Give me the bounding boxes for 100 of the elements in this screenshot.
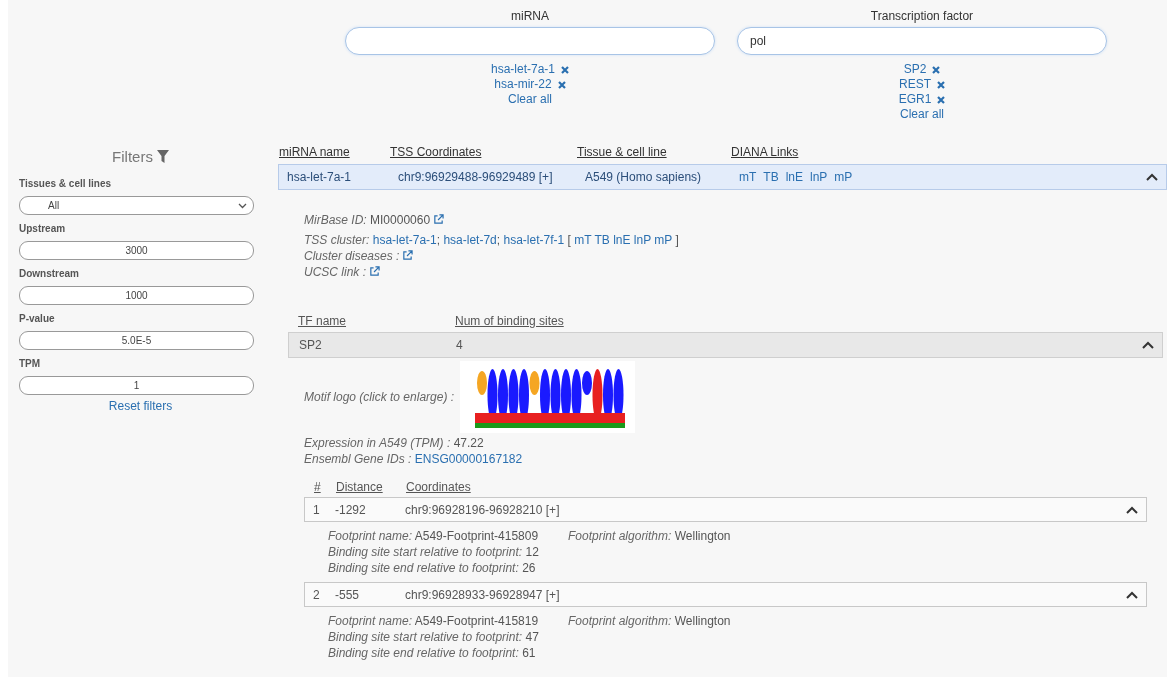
field-value: Wellington — [674, 614, 731, 628]
caret-icon[interactable] — [238, 203, 247, 209]
reset-filters-link[interactable]: Reset filters — [108, 399, 173, 413]
table-cell-text: A549 (Homo sapiens) — [585, 170, 703, 184]
selected-chip[interactable]: EGR1 — [898, 92, 946, 107]
tf-row[interactable]: SP2 4 — [288, 332, 1163, 358]
diana-link[interactable]: lnE — [613, 233, 631, 247]
cluster-link[interactable]: hsa-let-7a-1 — [372, 233, 437, 247]
diana-link[interactable]: TB — [594, 233, 610, 247]
field-label: Cluster diseases : — [304, 249, 400, 263]
remove-icon[interactable] — [937, 95, 946, 104]
diana-link[interactable]: mP — [834, 170, 853, 184]
field-label: Binding site end relative to footprint: — [328, 646, 519, 660]
search-label: miRNA — [511, 9, 549, 25]
column-header[interactable]: TF name — [298, 314, 346, 328]
filter-label: P-value — [19, 313, 56, 326]
ensembl-link[interactable]: ENSG00000167182 — [414, 452, 523, 466]
filter-icon — [156, 149, 169, 163]
table-cell-text: -555 — [335, 586, 361, 603]
field-value: 61 — [522, 646, 536, 660]
remove-icon[interactable] — [932, 65, 941, 74]
field-value: 47.22 — [453, 436, 484, 450]
column-header[interactable]: Coordinates — [406, 480, 471, 494]
field-value: MI0000060 — [370, 213, 431, 227]
input-field[interactable]: 1 — [19, 376, 254, 395]
field-label: Footprint name: — [328, 614, 413, 628]
external-link-icon[interactable] — [433, 214, 445, 225]
chevron-icon[interactable] — [1146, 173, 1158, 181]
mirna-row[interactable]: hsa-let-7a-1 chr9:96929488-96929489 [+] A549 (Homo sapiens) mT TB lnE lnP mP — [278, 164, 1167, 190]
search-label: Transcription factor — [870, 9, 974, 25]
field-label: Ensembl Gene IDs : — [304, 452, 412, 466]
field-value: A549-Footprint-415809 — [414, 529, 539, 543]
selected-chip[interactable]: hsa-mir-22 — [494, 77, 566, 92]
cluster-link[interactable]: hsa-let-7f-1 — [503, 233, 565, 247]
column-header[interactable]: Tissue & cell line — [577, 145, 667, 159]
clear-all-link[interactable]: Clear all — [900, 107, 944, 122]
selected-chip[interactable]: REST — [899, 77, 945, 92]
field-value: Wellington — [674, 529, 731, 543]
input-field[interactable]: 1000 — [19, 286, 254, 305]
field-label: MirBase ID: — [304, 213, 367, 227]
field-value: A549-Footprint-415819 — [414, 614, 539, 628]
table-cell-text: chr9:96928196-96928210 [+] — [405, 501, 561, 518]
table-cell-text: chr9:96929488-96929489 [+] — [398, 170, 554, 184]
diana-link[interactable]: mP — [654, 233, 673, 247]
clear-all-link[interactable]: Clear all — [508, 92, 552, 107]
chevron-icon[interactable] — [1126, 590, 1138, 599]
remove-icon[interactable] — [937, 80, 945, 89]
chevron-icon[interactable] — [1126, 505, 1138, 514]
field-label: Binding site end relative to footprint: — [328, 561, 519, 575]
remove-icon[interactable] — [557, 80, 566, 89]
table-cell-text: SP2 — [299, 337, 323, 353]
field-label: TSS cluster: — [304, 233, 370, 247]
cluster-link[interactable]: hsa-let-7d — [443, 233, 497, 247]
field-label: Binding site start relative to footprint: — [328, 545, 523, 559]
field-value: 12 — [525, 545, 539, 559]
external-link-icon[interactable] — [369, 266, 380, 277]
input-field[interactable]: 5.0E-5 — [19, 331, 254, 350]
diana-link[interactable]: lnP — [810, 170, 828, 184]
column-header[interactable]: Num of binding sites — [455, 314, 564, 328]
search-field[interactable] — [345, 27, 715, 55]
table-cell-text: 4 — [456, 337, 464, 353]
diana-link[interactable]: lnP — [633, 233, 651, 247]
input-field[interactable]: 3000 — [19, 241, 254, 260]
site-row[interactable]: 1 -1292 chr9:96928196-96928210 [+] — [304, 497, 1147, 522]
selected-chip[interactable]: SP2 — [903, 62, 941, 77]
external-link-icon[interactable] — [402, 250, 414, 261]
bracket-text: [ — [567, 233, 571, 247]
select-field[interactable]: All — [19, 196, 254, 215]
column-header[interactable]: Distance — [336, 480, 383, 494]
diana-link[interactable]: lnE — [785, 170, 803, 184]
filter-label: Upstream — [19, 223, 67, 236]
search-field[interactable]: pol — [737, 27, 1107, 55]
diana-link[interactable]: mT — [739, 170, 757, 184]
bracket-text: ] — [675, 233, 679, 247]
field-label: Footprint name: — [328, 529, 413, 543]
table-cell-text: chr9:96928933-96928947 [+] — [405, 586, 561, 603]
column-header[interactable]: # — [314, 480, 321, 494]
filter-label: TPM — [19, 358, 42, 371]
table-cell-text: 1 — [313, 501, 321, 518]
diana-link[interactable]: mT — [574, 233, 592, 247]
diana-link[interactable]: TB — [763, 170, 779, 184]
chevron-icon[interactable] — [1142, 341, 1154, 349]
table-cell-text: hsa-let-7a-1 — [287, 170, 353, 184]
table-cell-text: 2 — [313, 586, 321, 603]
column-header[interactable]: miRNA name — [279, 145, 350, 159]
field-label: Footprint algorithm: — [568, 614, 672, 628]
filters-title: Filters — [112, 147, 153, 165]
table-cell-text: -1292 — [335, 501, 367, 518]
field-label: UCSC link : — [304, 265, 366, 279]
column-header[interactable]: TSS Coordinates — [390, 145, 482, 159]
field-label: Expression in A549 (TPM) : — [304, 436, 451, 450]
site-row[interactable]: 2 -555 chr9:96928933-96928947 [+] — [304, 582, 1147, 607]
field-value: 26 — [522, 561, 536, 575]
field-label: Binding site start relative to footprint: — [328, 630, 523, 644]
selected-chip[interactable]: hsa-let-7a-1 — [491, 62, 569, 77]
separator-text: ; — [436, 233, 441, 247]
remove-icon[interactable] — [561, 65, 569, 74]
field-label: Footprint algorithm: — [568, 529, 672, 543]
column-header[interactable]: DIANA Links — [731, 145, 799, 159]
field-value: 47 — [525, 630, 539, 644]
